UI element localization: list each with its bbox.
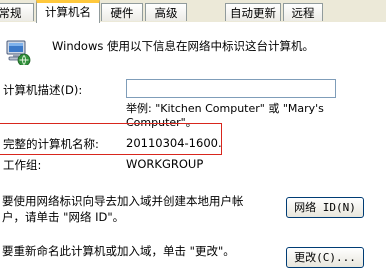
computer-icon <box>6 40 31 65</box>
computer-description-label: 计算机描述(D): <box>3 83 83 97</box>
tab-bar: 常规 计算机名 硬件 高级 自动更新 远程 <box>0 0 386 23</box>
network-id-text-line-2: 户，请单击 "网络 ID"。 <box>2 210 125 224</box>
tab-general[interactable]: 常规 <box>0 3 34 21</box>
workgroup-label: 工作组: <box>3 158 42 172</box>
tab-remote[interactable]: 远程 <box>283 3 323 21</box>
example-line-1: 举例: "Kitchen Computer" 或 "Mary's <box>126 102 324 115</box>
network-id-description: 要使用网络标识向导去加入域并创建本地用户帐 户，请单击 "网络 ID"。 <box>2 193 244 225</box>
rename-description: 要重新命名此计算机或加入域，单击 "更改"。 <box>2 244 235 258</box>
tab-automatic-updates[interactable]: 自动更新 <box>225 3 281 21</box>
full-computer-name-value: 20110304-1600. <box>126 136 222 150</box>
tab-hardware[interactable]: 硬件 <box>101 3 143 21</box>
tab-computer-name[interactable]: 计算机名 <box>36 0 100 23</box>
computer-description-input[interactable] <box>126 79 336 98</box>
workgroup-value: WORKGROUP <box>126 157 204 171</box>
network-id-button[interactable]: 网络 ID(N) <box>286 197 364 218</box>
tab-advanced[interactable]: 高级 <box>145 3 187 21</box>
full-computer-name-label: 完整的计算机名称: <box>3 137 99 151</box>
change-button[interactable]: 更改(C)... <box>286 247 364 268</box>
description-text: Windows 使用以下信息在网络中标识这台计算机。 <box>52 39 314 53</box>
network-id-text-line-1: 要使用网络标识向导去加入域并创建本地用户帐 <box>2 194 244 208</box>
